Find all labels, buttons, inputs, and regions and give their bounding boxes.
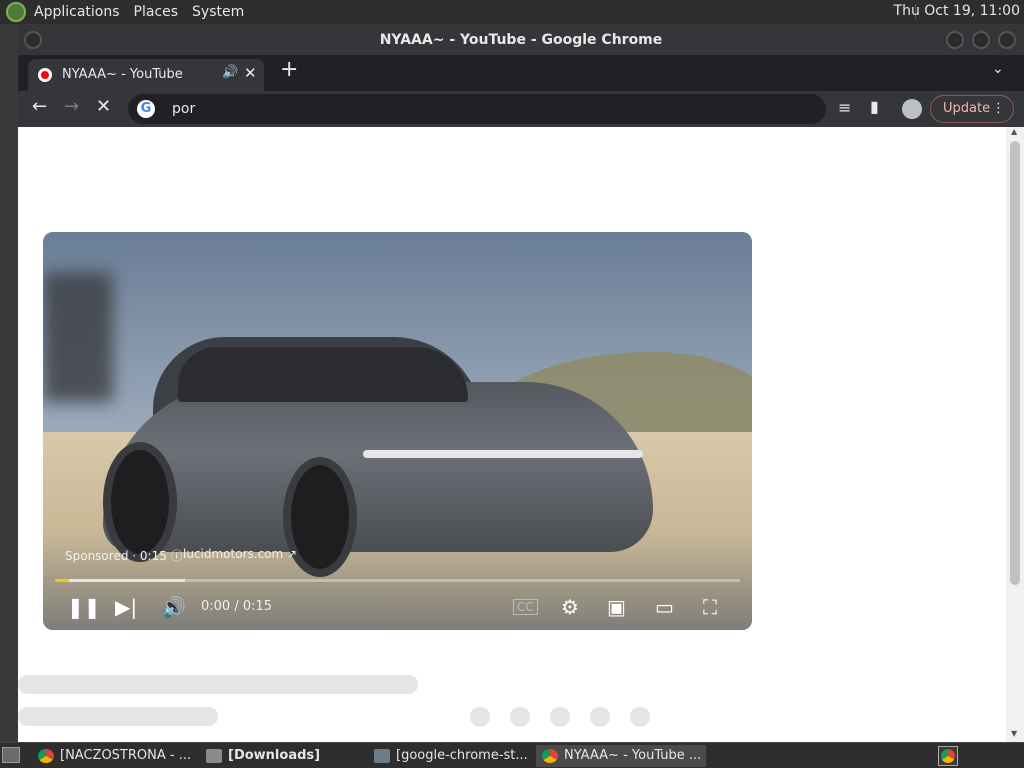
tab-youtube[interactable]: NYAAA~ - YouTube 🔊 ✕ xyxy=(28,59,264,91)
time-display: 0:00 / 0:15 xyxy=(201,599,273,614)
archive-icon xyxy=(374,749,390,763)
channel-skeleton xyxy=(18,707,218,726)
tab-search-chevron-icon[interactable]: ⌄ xyxy=(992,61,1004,77)
car-window xyxy=(178,347,468,402)
taskbar-item-label: [google-chrome-st... xyxy=(396,748,528,763)
taskbar-item-label: NYAAA~ - YouTube ... xyxy=(564,748,702,763)
clock[interactable]: Thu Oct 19, 11:00 xyxy=(894,3,1020,19)
fullscreen-icon[interactable]: ⛶ xyxy=(703,595,717,619)
menu-places[interactable]: Places xyxy=(134,4,179,20)
chrome-icon xyxy=(941,749,955,763)
progress-buffer xyxy=(55,579,185,582)
window-title: NYAAA~ - YouTube - Google Chrome xyxy=(379,32,663,48)
top-panel: Applications Places System Thu Oct 19, 1… xyxy=(0,0,1024,24)
taskbar-item[interactable]: [google-chrome-st... xyxy=(368,745,536,767)
miniplayer-icon[interactable]: ▣ xyxy=(607,595,626,619)
scroll-thumb[interactable] xyxy=(1010,141,1020,585)
google-g-icon: G xyxy=(137,100,155,118)
maximize-button[interactable] xyxy=(972,31,990,49)
taskbar-item-label: [NACZOSTRONA - ... xyxy=(60,748,192,763)
sponsor-link[interactable]: lucidmotors.com ↗ xyxy=(183,547,297,561)
action-skeleton xyxy=(550,707,570,727)
menu-system[interactable]: System xyxy=(192,4,244,20)
sponsored-label: Sponsored · 0:15 ⓘ xyxy=(65,549,183,563)
action-skeleton xyxy=(470,707,490,727)
window-menu-button[interactable] xyxy=(24,31,42,49)
audio-playing-icon[interactable]: 🔊 xyxy=(222,65,238,80)
progress-fill xyxy=(55,579,69,582)
stop-loading-icon[interactable]: ✕ xyxy=(96,96,111,117)
car-rear-wheel xyxy=(103,442,177,562)
volume-icon[interactable]: 🔊 xyxy=(161,595,186,619)
forward-arrow-icon[interactable]: → xyxy=(64,96,79,117)
gnome-logo-icon[interactable] xyxy=(6,2,26,22)
action-skeleton xyxy=(510,707,530,727)
menu-applications[interactable]: Applications xyxy=(34,4,120,20)
taskbar-item[interactable]: [Downloads] xyxy=(200,745,368,767)
back-arrow-icon[interactable]: ← xyxy=(32,96,47,117)
page-scrollbar[interactable]: ▲ ▼ xyxy=(1006,127,1024,742)
scroll-down-icon[interactable]: ▼ xyxy=(1011,729,1017,738)
browser-toolbar: ← → ✕ G ≡ ▮ Update ⋮ xyxy=(18,91,1024,127)
chrome-window: NYAAA~ - YouTube - Google Chrome NYAAA~ … xyxy=(18,25,1024,742)
youtube-favicon-icon xyxy=(38,68,52,82)
address-input[interactable] xyxy=(172,99,772,119)
update-label: Update xyxy=(943,101,991,116)
title-skeleton xyxy=(18,675,418,694)
next-icon[interactable]: ▶| xyxy=(115,595,137,619)
tab-close-icon[interactable]: ✕ xyxy=(244,64,257,82)
theater-mode-icon[interactable]: ▭ xyxy=(655,595,674,619)
media-queue-icon[interactable]: ≡ xyxy=(838,98,851,117)
scroll-up-icon[interactable]: ▲ xyxy=(1011,127,1017,136)
profile-avatar-icon[interactable] xyxy=(902,99,922,119)
pause-icon[interactable]: ❚❚ xyxy=(67,595,101,619)
action-skeleton xyxy=(630,707,650,727)
taskbar-item-label: [Downloads] xyxy=(228,748,321,763)
taskbar-item-active[interactable]: NYAAA~ - YouTube ... xyxy=(536,745,706,767)
page-content: Sponsored · 0:15 ⓘ lucidmotors.com ↗ ❚❚ … xyxy=(18,127,1006,742)
tray-chrome-icon[interactable] xyxy=(938,746,958,766)
action-skeleton xyxy=(590,707,610,727)
chrome-icon xyxy=(38,749,54,763)
video-frame-blur xyxy=(43,272,113,402)
more-menu-icon[interactable]: ⋮ xyxy=(992,96,1005,122)
close-window-button[interactable] xyxy=(998,31,1016,49)
window-titlebar[interactable]: NYAAA~ - YouTube - Google Chrome xyxy=(18,25,1024,55)
side-panel-icon[interactable]: ▮ xyxy=(870,97,879,116)
tab-title: NYAAA~ - YouTube xyxy=(62,67,183,82)
taskbar-item[interactable]: [NACZOSTRONA - ... xyxy=(32,745,200,767)
settings-gear-icon[interactable]: ⚙ xyxy=(561,595,579,619)
minimize-button[interactable] xyxy=(946,31,964,49)
car-body xyxy=(103,382,653,552)
new-tab-button[interactable]: + xyxy=(280,57,298,82)
omnibox[interactable]: G xyxy=(128,94,826,124)
update-button[interactable]: Update ⋮ xyxy=(930,95,1014,123)
chrome-icon xyxy=(542,749,558,763)
taskbar: [NACZOSTRONA - ... [Downloads] [google-c… xyxy=(0,742,1024,768)
tab-strip: NYAAA~ - YouTube 🔊 ✕ + ⌄ xyxy=(18,55,1024,91)
progress-bar[interactable] xyxy=(55,579,740,582)
folder-icon xyxy=(206,749,222,763)
video-player[interactable]: Sponsored · 0:15 ⓘ lucidmotors.com ↗ ❚❚ … xyxy=(43,232,752,630)
show-desktop-icon[interactable] xyxy=(2,747,20,763)
captions-icon[interactable]: CC xyxy=(513,599,538,615)
car-headlight xyxy=(363,450,643,458)
